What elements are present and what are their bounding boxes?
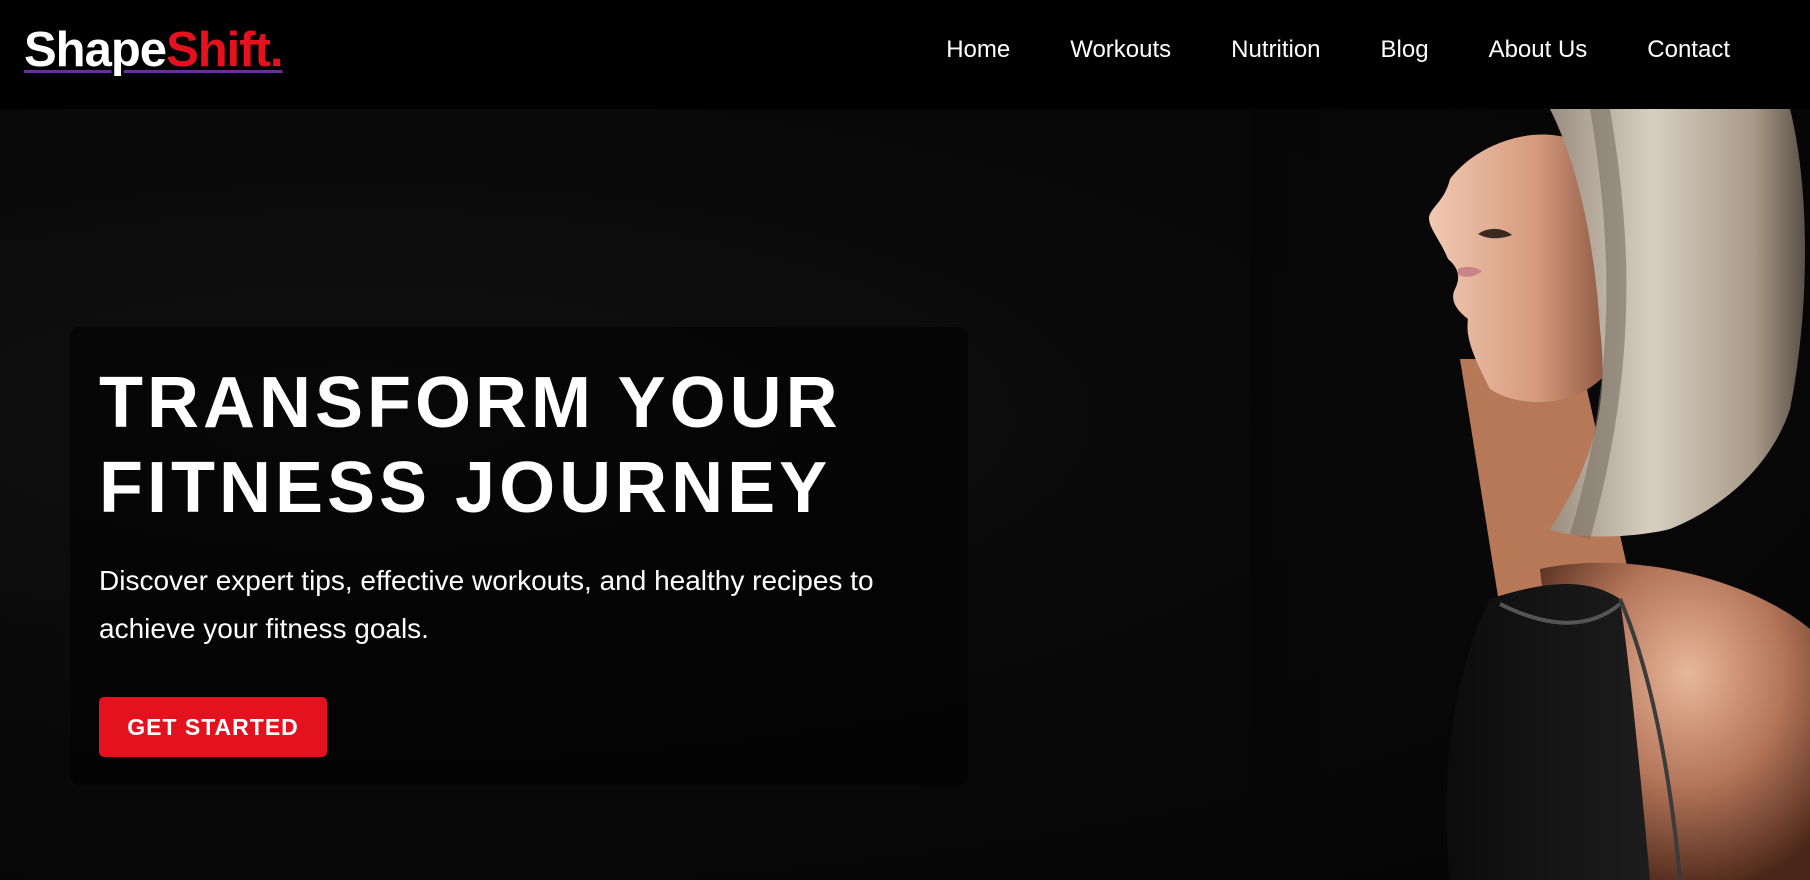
hero-subtitle: Discover expert tips, effective workouts… bbox=[99, 565, 874, 644]
hero-section: TRANSFORM YOUR FITNESS JOURNEY Discover e… bbox=[0, 109, 1810, 880]
hero-title-line2: FITNESS JOURNEY bbox=[99, 448, 832, 528]
nav-item-workouts[interactable]: Workouts bbox=[1070, 36, 1171, 64]
hero-card: TRANSFORM YOUR FITNESS JOURNEY Discover e… bbox=[70, 327, 968, 785]
hero-title-line1: TRANSFORM YOUR bbox=[99, 363, 842, 443]
brand-logo[interactable]: ShapeShift. bbox=[24, 22, 284, 78]
get-started-button[interactable]: GET STARTED bbox=[99, 697, 327, 757]
site-header: ShapeShift. Home Workouts Nutrition Blog… bbox=[0, 0, 1810, 109]
nav-item-contact[interactable]: Contact bbox=[1647, 36, 1730, 64]
brand-name-part2: Shift. bbox=[166, 23, 283, 77]
brand-name-part1: Shape bbox=[24, 23, 167, 77]
nav-item-home[interactable]: Home bbox=[946, 36, 1010, 64]
hero-athlete-image bbox=[1250, 109, 1810, 880]
hero-title: TRANSFORM YOUR FITNESS JOURNEY bbox=[99, 361, 949, 531]
nav-item-about-us[interactable]: About Us bbox=[1489, 36, 1588, 64]
nav-item-blog[interactable]: Blog bbox=[1381, 36, 1429, 64]
main-nav: Home Workouts Nutrition Blog About Us Co… bbox=[886, 0, 1730, 100]
nav-item-nutrition[interactable]: Nutrition bbox=[1231, 36, 1320, 64]
page: ShapeShift. Home Workouts Nutrition Blog… bbox=[0, 0, 1810, 880]
